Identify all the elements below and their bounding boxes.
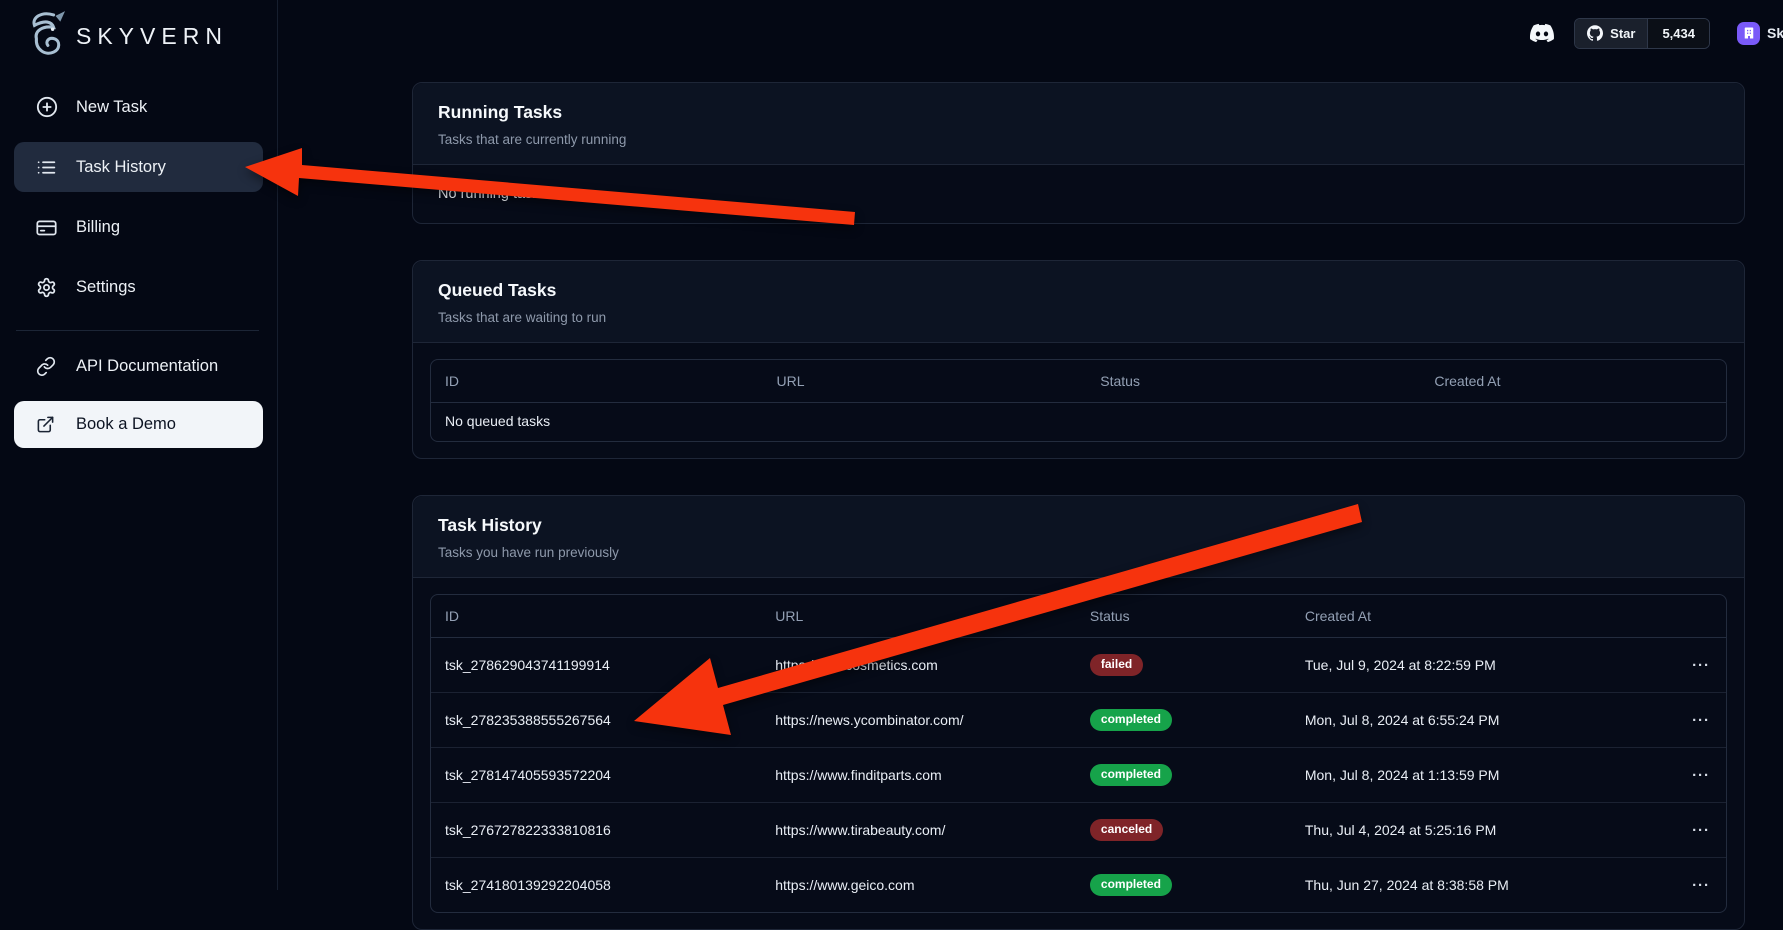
table-row[interactable]: tsk_274180139292204058 https://www.geico… <box>431 858 1726 913</box>
main-content: Star 5,434 Sk Running Tasks Tasks that a… <box>278 0 1783 890</box>
gear-icon <box>36 276 58 298</box>
card-subtitle: Tasks you have run previously <box>438 545 1719 560</box>
sidebar: SKYVERN New Task Task History Billing S <box>0 0 278 890</box>
sidebar-divider <box>16 330 259 331</box>
sidebar-item-task-history[interactable]: Task History <box>14 142 263 192</box>
sidebar-item-label: New Task <box>76 98 147 117</box>
table-row-empty: No queued tasks <box>431 403 1726 442</box>
running-tasks-header: Running Tasks Tasks that are currently r… <box>413 83 1744 165</box>
discord-icon[interactable] <box>1527 21 1557 45</box>
table-row[interactable]: tsk_278235388555267564 https://news.ycom… <box>431 693 1726 748</box>
status-badge: completed <box>1090 874 1172 896</box>
column-header-status: Status <box>1076 595 1291 638</box>
task-url: https://tartecosmetics.com <box>761 638 1076 693</box>
task-url: https://www.finditparts.com <box>761 748 1076 803</box>
column-header-created-at: Created At <box>1420 360 1726 403</box>
row-actions-button[interactable]: ··· <box>1692 767 1710 784</box>
column-header-id: ID <box>431 595 761 638</box>
column-header-actions <box>1678 595 1726 638</box>
row-actions-button[interactable]: ··· <box>1692 877 1710 894</box>
task-url: https://news.ycombinator.com/ <box>761 693 1076 748</box>
column-header-status: Status <box>1086 360 1420 403</box>
github-star-count: 5,434 <box>1647 19 1709 48</box>
status-badge: canceled <box>1090 819 1163 841</box>
link-icon <box>36 355 58 377</box>
brand-name: SKYVERN <box>76 23 228 50</box>
task-created-at: Mon, Jul 8, 2024 at 1:13:59 PM <box>1291 748 1678 803</box>
table-row[interactable]: tsk_278147405593572204 https://www.findi… <box>431 748 1726 803</box>
task-id: tsk_278235388555267564 <box>431 693 761 748</box>
row-actions-button[interactable]: ··· <box>1692 822 1710 839</box>
table-row[interactable]: tsk_278629043741199914 https://tartecosm… <box>431 638 1726 693</box>
sidebar-item-book-a-demo[interactable]: Book a Demo <box>14 401 263 448</box>
sidebar-item-label: Billing <box>76 218 120 237</box>
queued-tasks-header: Queued Tasks Tasks that are waiting to r… <box>413 261 1744 343</box>
sidebar-item-label: Book a Demo <box>76 415 176 434</box>
task-id: tsk_274180139292204058 <box>431 858 761 913</box>
github-icon <box>1587 25 1603 41</box>
running-tasks-empty-text: No running tasks <box>413 165 1744 223</box>
task-created-at: Tue, Jul 9, 2024 at 8:22:59 PM <box>1291 638 1678 693</box>
task-history-header: Task History Tasks you have run previous… <box>413 496 1744 578</box>
running-tasks-card: Running Tasks Tasks that are currently r… <box>412 82 1745 224</box>
card-title: Running Tasks <box>438 102 1719 123</box>
column-header-id: ID <box>431 360 763 403</box>
user-name-label[interactable]: Sk <box>1767 25 1783 41</box>
sidebar-item-label: Task History <box>76 158 166 177</box>
card-subtitle: Tasks that are waiting to run <box>438 310 1719 325</box>
task-url: https://www.geico.com <box>761 858 1076 913</box>
queued-tasks-table: ID URL Status Created At No queued tasks <box>430 359 1727 442</box>
task-created-at: Thu, Jul 4, 2024 at 5:25:16 PM <box>1291 803 1678 858</box>
row-actions-button[interactable]: ··· <box>1692 712 1710 729</box>
sidebar-item-label: API Documentation <box>76 357 218 376</box>
status-badge: completed <box>1090 709 1172 731</box>
sidebar-item-api-documentation[interactable]: API Documentation <box>14 341 263 391</box>
sidebar-item-billing[interactable]: Billing <box>14 202 263 252</box>
queued-tasks-empty-text: No queued tasks <box>431 403 1726 442</box>
queued-tasks-card: Queued Tasks Tasks that are waiting to r… <box>412 260 1745 459</box>
task-created-at: Thu, Jun 27, 2024 at 8:38:58 PM <box>1291 858 1678 913</box>
row-actions-button[interactable]: ··· <box>1692 657 1710 674</box>
table-row[interactable]: tsk_276727822333810816 https://www.tirab… <box>431 803 1726 858</box>
column-header-url: URL <box>763 360 1087 403</box>
github-star-label: Star <box>1610 26 1635 41</box>
sidebar-item-label: Settings <box>76 278 136 297</box>
sidebar-item-settings[interactable]: Settings <box>14 262 263 312</box>
task-history-card: Task History Tasks you have run previous… <box>412 495 1745 930</box>
card-subtitle: Tasks that are currently running <box>438 132 1719 147</box>
sidebar-item-new-task[interactable]: New Task <box>14 82 263 132</box>
credit-card-icon <box>36 216 58 238</box>
task-id: tsk_278147405593572204 <box>431 748 761 803</box>
skyvern-dragon-icon <box>24 9 66 64</box>
github-star-button[interactable]: Star 5,434 <box>1574 18 1710 49</box>
external-link-icon <box>36 414 58 436</box>
task-created-at: Mon, Jul 8, 2024 at 6:55:24 PM <box>1291 693 1678 748</box>
task-history-table: ID URL Status Created At tsk_27862904374… <box>430 594 1727 913</box>
topbar: Star 5,434 Sk <box>278 0 1783 66</box>
task-id: tsk_278629043741199914 <box>431 638 761 693</box>
column-header-url: URL <box>761 595 1076 638</box>
column-header-created-at: Created At <box>1291 595 1678 638</box>
plus-circle-icon <box>36 96 58 118</box>
brand-logo[interactable]: SKYVERN <box>0 0 277 64</box>
card-title: Task History <box>438 515 1719 536</box>
organization-avatar[interactable] <box>1737 22 1760 45</box>
organization-building-icon <box>1742 26 1756 40</box>
sidebar-nav: New Task Task History Billing Settings <box>0 82 277 448</box>
task-id: tsk_276727822333810816 <box>431 803 761 858</box>
status-badge: failed <box>1090 654 1143 676</box>
status-badge: completed <box>1090 764 1172 786</box>
list-icon <box>36 156 58 178</box>
task-url: https://www.tirabeauty.com/ <box>761 803 1076 858</box>
card-title: Queued Tasks <box>438 280 1719 301</box>
